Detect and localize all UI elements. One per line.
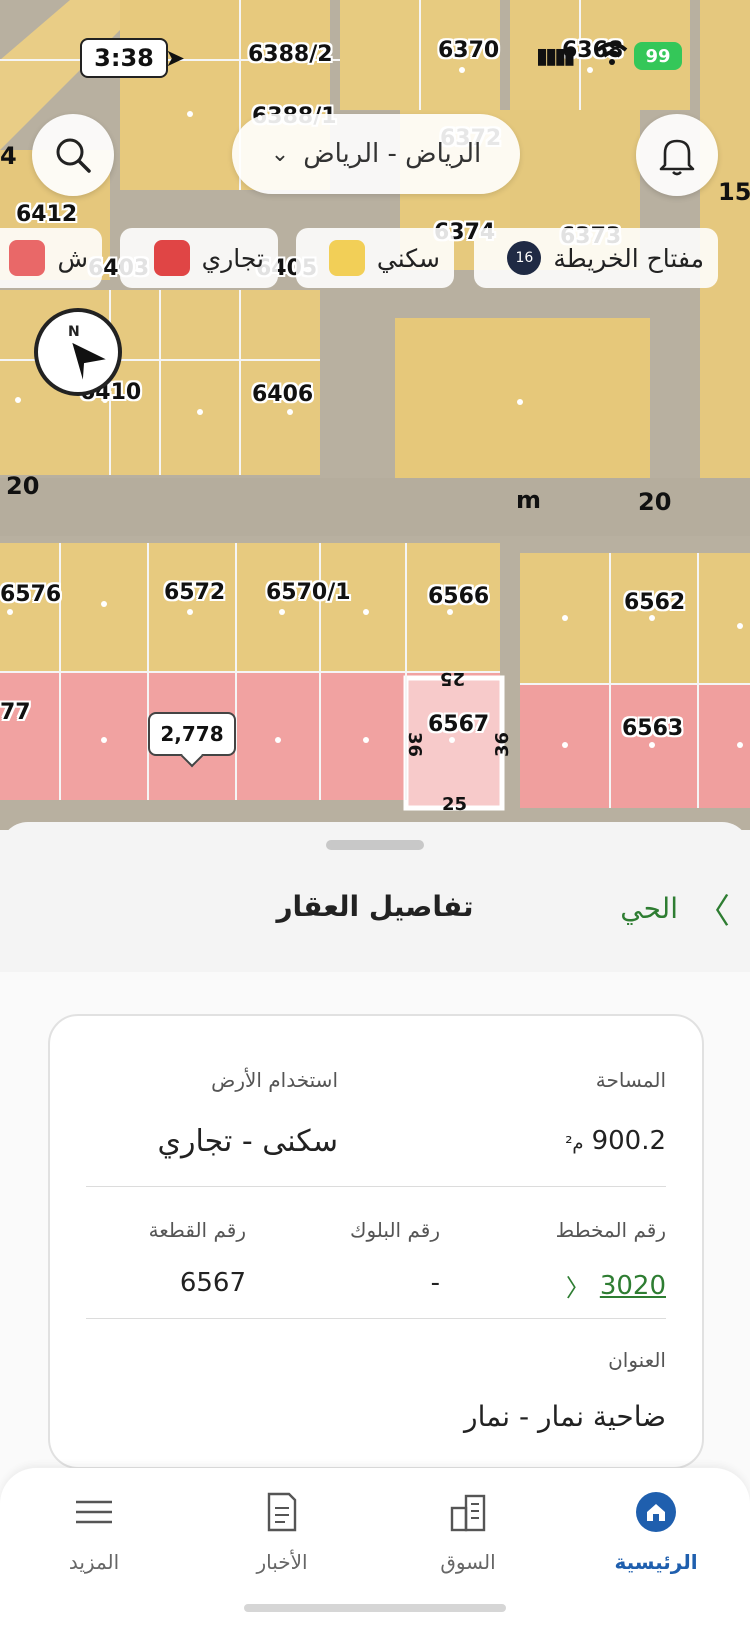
block-value: -: [430, 1268, 440, 1298]
plan-value: 3020: [599, 1270, 666, 1301]
bottom-navigation: الرئيسية السوق الأخبار المزيد: [0, 1468, 750, 1626]
buildings-icon: [450, 1494, 486, 1532]
street-width-label: 15: [718, 178, 750, 206]
block-label: رقم البلوك: [349, 1218, 440, 1242]
divider: [86, 1186, 666, 1187]
street-width-label: 20: [6, 472, 40, 500]
map-marker-label: m: [516, 486, 542, 514]
plot-label[interactable]: 6370: [438, 38, 499, 63]
legend-item-other[interactable]: ش: [0, 228, 102, 288]
area-value: 900.2: [591, 1126, 666, 1156]
plot-label[interactable]: 6412: [16, 202, 77, 227]
area-value-group: م² 900.2: [565, 1126, 666, 1156]
nav-home-label: الرئيسية: [614, 1550, 698, 1574]
plan-label: رقم المخطط: [555, 1218, 666, 1242]
price-bubble[interactable]: 2,778: [148, 712, 236, 756]
property-info-card: المساحة استخدام الأرض م² 900.2 سكنى - تج…: [48, 1014, 704, 1469]
chevron-left-icon: 〈: [565, 1274, 590, 1302]
plot-label[interactable]: 6570/1: [266, 580, 351, 605]
city-select-label: الرياض - الرياض: [303, 139, 482, 169]
area-label: المساحة: [595, 1068, 666, 1092]
signal-icon: ▮▮▮▮: [536, 44, 575, 69]
search-button[interactable]: [32, 114, 114, 196]
map-legend-button[interactable]: مفتاح الخريطة 16: [474, 228, 718, 288]
compass-icon[interactable]: N: [34, 308, 122, 396]
back-label: الحي: [620, 892, 678, 925]
bell-icon: [659, 139, 695, 176]
plot-label[interactable]: 6566: [428, 584, 489, 609]
nav-home[interactable]: الرئيسية: [586, 1490, 726, 1574]
plot-label[interactable]: 6388/2: [248, 42, 333, 67]
plot-label[interactable]: 6572: [164, 580, 225, 605]
nav-news[interactable]: الأخبار: [212, 1490, 352, 1574]
legend-swatch: [153, 240, 190, 276]
dimension-left: 36: [404, 731, 426, 758]
plan-link[interactable]: 3020 〈: [566, 1268, 666, 1303]
zoom-level-badge: 16: [507, 241, 542, 275]
legend-item-label: تجاري: [201, 243, 264, 273]
dimension-bottom: 25: [442, 794, 468, 815]
land-use-label: استخدام الأرض: [211, 1068, 338, 1092]
legend-item-residential[interactable]: سكني: [296, 228, 454, 288]
plot-label[interactable]: 6406: [252, 382, 313, 407]
legend-item-commercial[interactable]: تجاري: [120, 228, 278, 288]
plot-label[interactable]: 6576: [0, 582, 61, 607]
nav-market[interactable]: السوق: [398, 1490, 538, 1574]
chevron-right-icon: 〉: [696, 892, 730, 932]
status-time: 3:38: [80, 38, 168, 78]
legend-item-label: ش: [57, 243, 88, 273]
home-indicator: [244, 1604, 506, 1612]
chevron-down-icon: ⌄: [270, 141, 290, 167]
address-value: ضاحية نمار - نمار: [464, 1400, 666, 1433]
nav-news-label: الأخبار: [256, 1550, 308, 1574]
plot-number-value: 6567: [179, 1268, 246, 1298]
street-width-label: 20: [638, 488, 672, 516]
plot-number-label: رقم القطعة: [148, 1218, 246, 1242]
city-select[interactable]: الرياض - الرياض ⌄: [232, 114, 520, 194]
news-icon: [267, 1492, 297, 1532]
area-unit: م²: [565, 1133, 584, 1154]
legend-swatch: [9, 240, 46, 276]
divider: [86, 1318, 666, 1319]
plot-label[interactable]: 6563: [622, 716, 683, 741]
legend-title: مفتاح الخريطة: [553, 243, 704, 273]
location-arrow-icon: ➤: [165, 44, 186, 72]
battery-indicator: 99: [634, 42, 682, 70]
notifications-button[interactable]: [636, 114, 718, 196]
plot-label[interactable]: 6562: [624, 590, 685, 615]
home-icon: [636, 1492, 676, 1532]
wifi-icon: [596, 40, 628, 72]
nav-more[interactable]: المزيد: [24, 1490, 164, 1574]
legend-swatch: [328, 240, 365, 276]
plot-label[interactable]: 77: [0, 700, 31, 725]
search-icon: [56, 138, 91, 173]
nav-more-label: المزيد: [68, 1550, 120, 1574]
menu-icon: [76, 1500, 112, 1524]
dimension-right: 36: [492, 731, 514, 758]
land-use-value: سكنى - تجاري: [157, 1124, 338, 1159]
plot-label-selected[interactable]: 6567: [428, 712, 489, 737]
neighborhood-back-button[interactable]: 〉 الحي: [620, 884, 730, 933]
sheet-drag-handle[interactable]: [326, 840, 424, 850]
dimension-top: 25: [440, 668, 466, 689]
address-label: العنوان: [608, 1348, 666, 1372]
legend-item-label: سكني: [376, 243, 440, 273]
nav-market-label: السوق: [440, 1550, 496, 1574]
street-width-label: 4: [0, 142, 17, 170]
screen: 6388/2 6370 6368 6388/1 6372 6412 6374 6…: [0, 0, 750, 1626]
